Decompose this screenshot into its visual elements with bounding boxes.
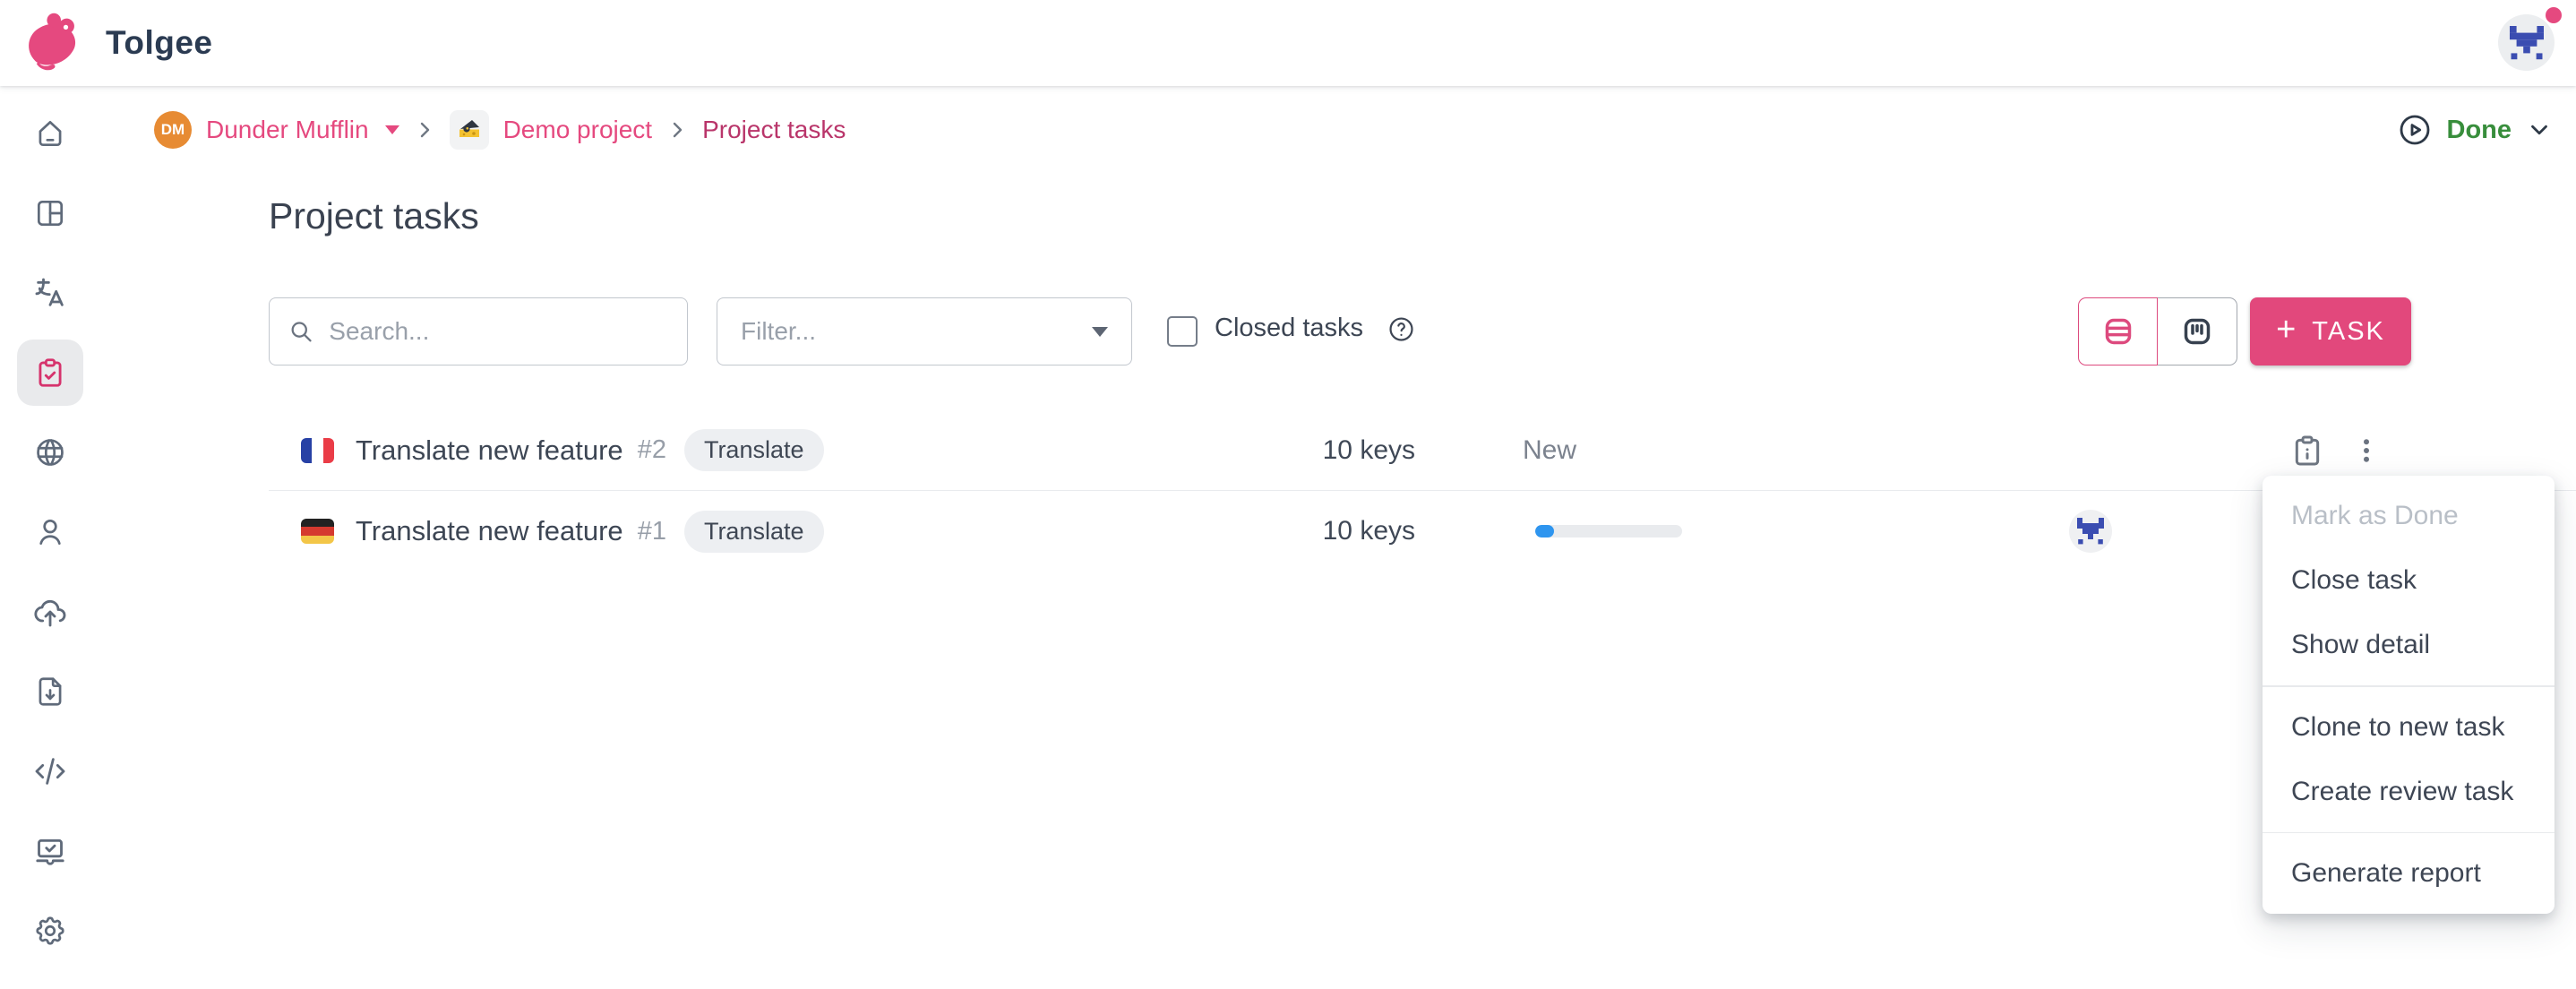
logo[interactable]: Tolgee [0,6,213,81]
context-menu-group: Generate report [2263,833,2555,914]
closed-tasks-help-icon[interactable] [1387,314,1416,348]
top-app-bar: Tolgee [0,0,2576,86]
menu-item-close-task[interactable]: Close task [2263,548,2555,613]
context-menu-group: Clone to new task Create review task [2263,687,2555,832]
task-context-menu: Mark as Done Close task Show detail Clon… [2263,476,2555,914]
list-view-icon [2100,314,2136,349]
user-avatar[interactable] [2498,14,2555,71]
integrate-code-icon [32,753,68,789]
board-view-toggle-button[interactable] [2158,297,2237,366]
notification-dot [2546,7,2562,23]
search-box [269,297,688,366]
project-avatar-cheese-icon[interactable] [450,110,489,150]
task-list: Translate new feature #2 Translate 10 ke… [269,410,2576,572]
task-row[interactable]: Translate new feature #1 Translate 10 ke… [269,491,2576,572]
controls-row: Filter... Closed tasks + TASK [0,297,2576,367]
clipboard-detail-icon [2289,433,2325,469]
task-title: Translate new feature [356,434,623,467]
task-state: New [1523,435,1576,466]
sidebar-item-members[interactable] [10,492,90,572]
organization-caret-down-icon[interactable] [385,125,399,134]
tolgee-mouse-logo-icon [20,6,90,81]
task-type-badge: Translate [684,511,824,553]
sidebar-item-import[interactable] [10,572,90,651]
closed-tasks-label: Closed tasks [1215,314,1363,343]
menu-item-show-detail[interactable]: Show detail [2263,613,2555,677]
task-number: #2 [638,435,666,465]
breadcrumb-chevron-icon [414,119,435,141]
closed-tasks-checkbox[interactable] [1167,316,1198,347]
task-row[interactable]: Translate new feature #2 Translate 10 ke… [269,410,2576,491]
task-type-badge: Translate [684,429,824,471]
sidebar-item-settings[interactable] [10,890,90,970]
filter-placeholder: Filter... [741,317,1092,346]
breadcrumb-organization-link[interactable]: Dunder Mufflin [206,116,369,144]
sidebar-item-projects[interactable] [10,173,90,253]
page-title: Project tasks [269,195,479,237]
menu-item-generate-report[interactable]: Generate report [2263,841,2555,906]
assignee-identicon-icon [2077,518,2104,545]
task-title: Translate new feature [356,515,623,547]
sidebar-item-languages[interactable] [10,412,90,492]
menu-item-clone-to-new-task[interactable]: Clone to new task [2263,695,2555,760]
guide-status-dropdown[interactable]: Done [2397,102,2554,158]
french-flag-icon [301,438,334,463]
view-toggle-group [2078,297,2237,366]
sidebar-item-developer[interactable] [10,811,90,890]
sidebar-item-integrate[interactable] [10,731,90,811]
organization-avatar[interactable]: DM [154,111,192,149]
home-icon [33,116,67,150]
board-view-icon [2179,314,2215,349]
sidebar-item-home[interactable] [10,93,90,173]
task-detail-button[interactable] [2289,433,2325,469]
task-number: #1 [638,517,666,546]
app-title: Tolgee [106,24,213,62]
guide-status-label: Done [2447,116,2512,145]
breadcrumb-project-link[interactable]: Demo project [503,116,653,144]
task-progress-bar [1535,525,1682,538]
task-row-actions [2289,433,2383,469]
menu-item-mark-as-done: Mark as Done [2263,484,2555,548]
search-icon [288,316,314,347]
menu-item-create-review-task[interactable]: Create review task [2263,760,2555,824]
languages-globe-icon [33,435,67,469]
export-file-download-icon [33,675,67,709]
members-user-icon [33,515,67,549]
task-keys-count: 10 keys [1164,435,1415,466]
sidebar-nav [0,86,100,989]
developer-laptop-check-icon [32,833,68,869]
user-identicon-icon [2510,26,2544,60]
import-cloud-upload-icon [32,594,68,630]
projects-layout-icon [33,196,67,230]
search-input[interactable] [329,317,669,346]
task-keys-count: 10 keys [1164,516,1415,546]
breadcrumb: DM Dunder Mufflin Demo project Project t… [100,102,2576,158]
context-menu-group: Mark as Done Close task Show detail [2263,476,2555,685]
german-flag-icon [301,519,334,544]
list-view-toggle-button[interactable] [2078,297,2158,366]
settings-gear-icon [33,914,67,948]
task-menu-button[interactable] [2350,434,2383,467]
filter-caret-down-icon [1092,327,1108,337]
plus-icon: + [2276,311,2297,349]
breadcrumb-current-page: Project tasks [702,116,846,144]
chevron-down-icon [2526,116,2553,143]
task-progress-fill [1535,525,1554,538]
play-circle-icon [2397,112,2433,148]
add-task-button[interactable]: + TASK [2250,297,2411,366]
filter-select[interactable]: Filter... [717,297,1132,366]
add-task-label: TASK [2312,317,2385,347]
assignee-avatar[interactable] [2069,510,2112,553]
sidebar-item-export[interactable] [10,651,90,731]
breadcrumb-chevron-icon [666,119,688,141]
dots-vertical-icon [2350,434,2383,467]
